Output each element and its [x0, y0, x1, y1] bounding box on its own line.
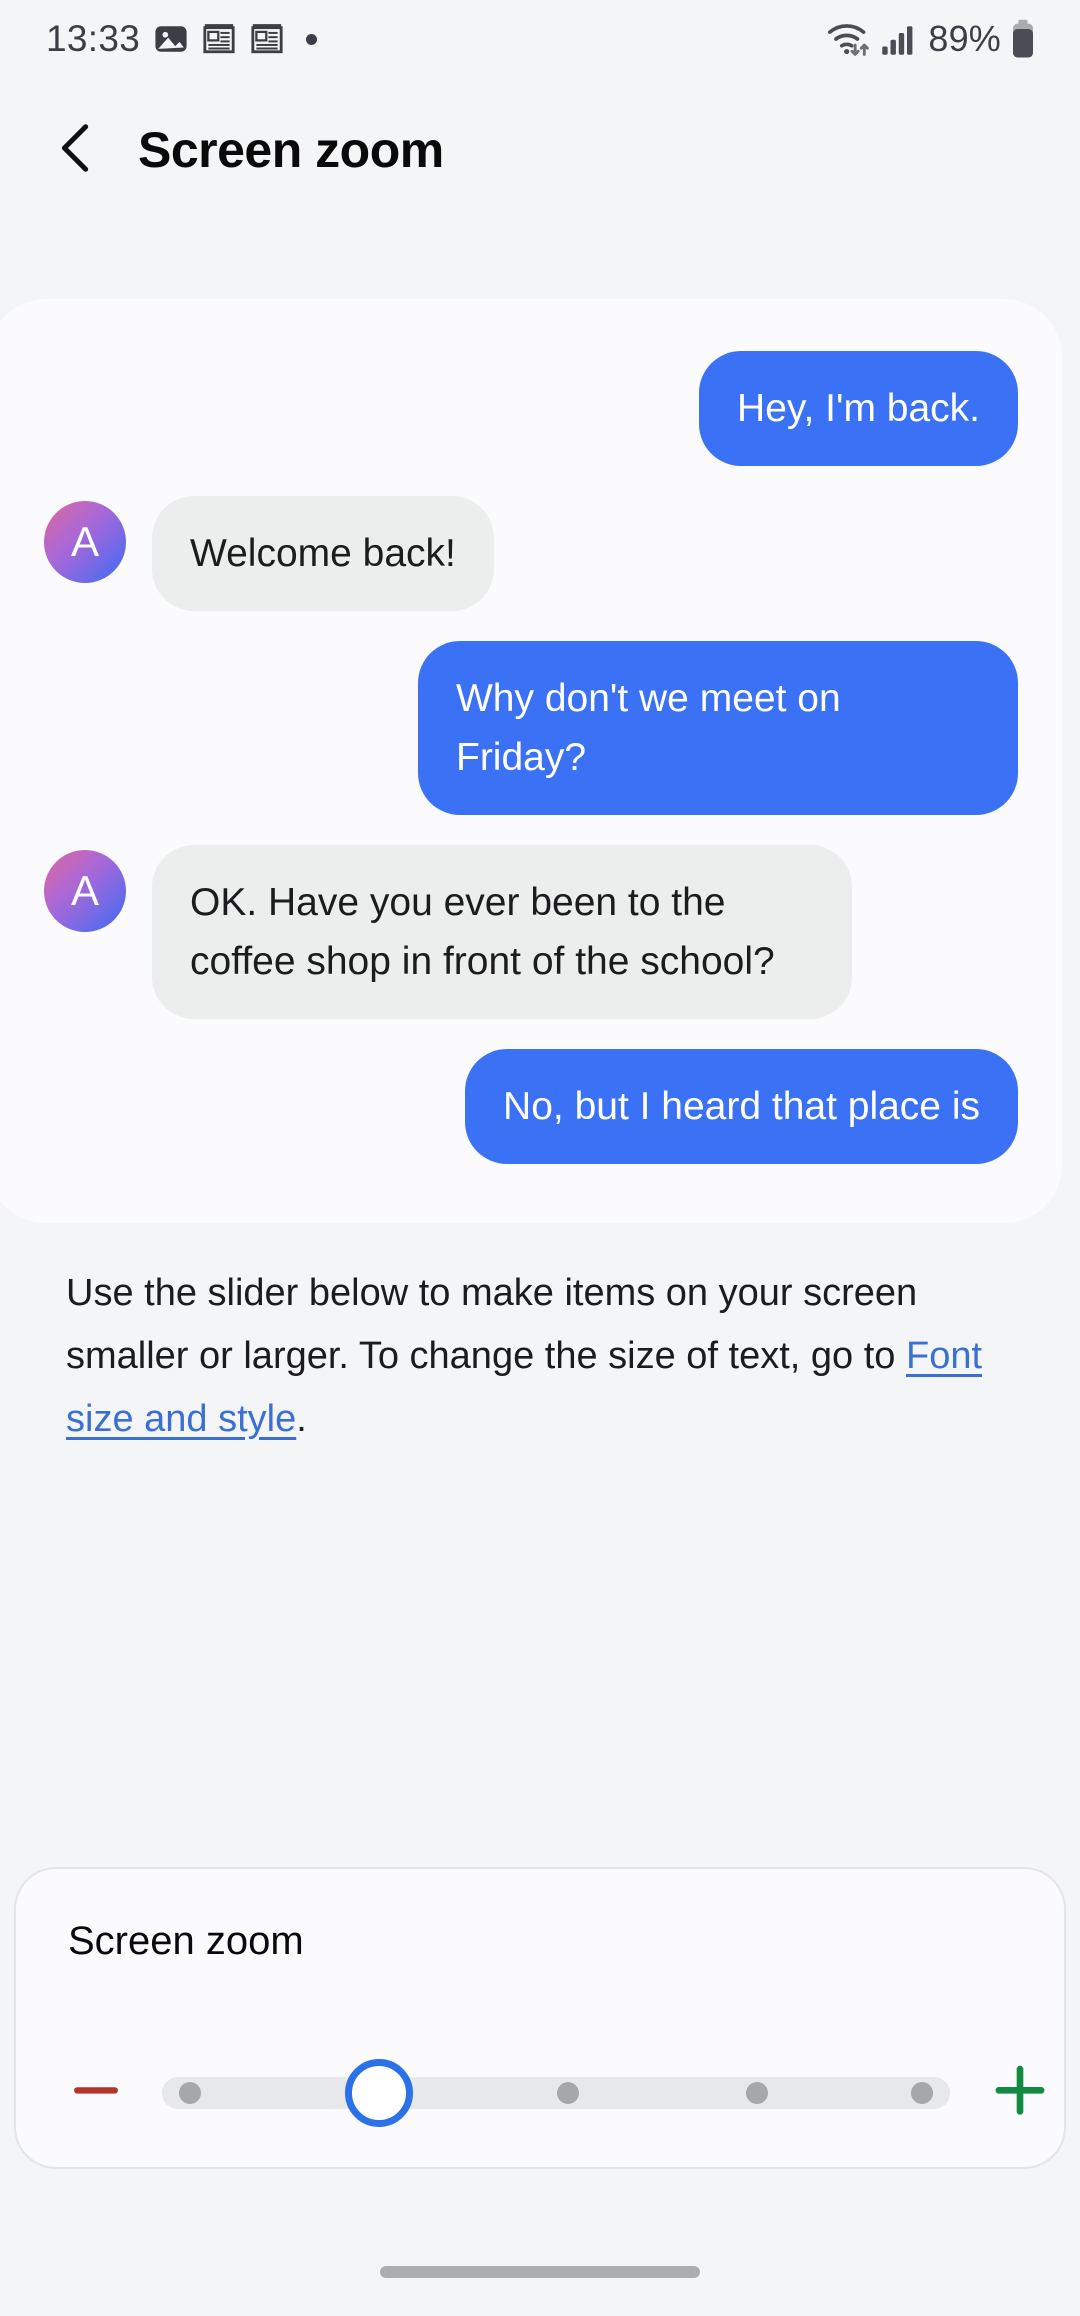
slider-thumb[interactable] — [344, 2059, 413, 2127]
chat-bubble-received: OK. Have you ever been to the coffee sho… — [152, 845, 852, 1019]
screen-zoom-slider-row — [16, 2037, 1068, 2147]
battery-icon — [1010, 19, 1036, 59]
slider-tick — [556, 2082, 579, 2104]
chat-bubble-sent: Why don't we meet on Friday? — [418, 641, 1018, 815]
decrease-zoom-button[interactable] — [48, 2044, 144, 2140]
chat-message-row: No, but I heard that place is — [44, 1049, 1018, 1164]
news-icon — [250, 22, 284, 56]
description-text: Use the slider below to make items on yo… — [66, 1262, 1018, 1451]
plus-icon — [990, 2060, 1050, 2125]
chat-bubble-sent: Hey, I'm back. — [699, 351, 1018, 466]
status-bar-clock: 13:33 — [46, 18, 141, 59]
avatar: A — [44, 850, 126, 932]
avatar: A — [44, 501, 126, 583]
page-title: Screen zoom — [138, 122, 444, 178]
status-bar: 13:33 89% — [0, 0, 1080, 78]
battery-percentage: 89% — [928, 18, 1001, 59]
slider-card-title: Screen zoom — [68, 1919, 304, 1963]
description-text-after: . — [296, 1398, 307, 1440]
screen-zoom-preview-card: Hey, I'm back. A Welcome back! Why don't… — [0, 299, 1062, 1223]
chat-message-row: A OK. Have you ever been to the coffee s… — [44, 845, 1018, 1019]
wifi-icon — [826, 19, 872, 59]
chevron-left-icon — [54, 121, 98, 180]
slider-tick — [911, 2082, 934, 2104]
slider-tick — [745, 2082, 768, 2104]
chat-message-row: A Welcome back! — [44, 496, 1018, 611]
chat-bubble-sent: No, but I heard that place is — [465, 1049, 1018, 1164]
chat-message-row: Hey, I'm back. — [44, 351, 1018, 466]
chat-message-row: Why don't we meet on Friday? — [44, 641, 1018, 815]
status-bar-left: 13:33 — [46, 18, 318, 60]
news-icon — [202, 22, 236, 56]
minus-icon — [68, 2062, 124, 2123]
dot-icon — [306, 33, 318, 45]
screen-zoom-slider[interactable] — [162, 2044, 950, 2140]
home-indicator[interactable] — [380, 2266, 700, 2278]
page-header: Screen zoom — [0, 95, 1080, 205]
description-text-before: Use the slider below to make items on yo… — [66, 1272, 918, 1377]
status-bar-right: 89% — [826, 18, 1036, 60]
back-button[interactable] — [44, 118, 108, 182]
signal-icon — [881, 21, 915, 57]
slider-tick — [178, 2082, 201, 2104]
chat-bubble-received: Welcome back! — [152, 496, 494, 611]
screen-zoom-slider-card: Screen zoom — [14, 1867, 1066, 2169]
chat-preview: Hey, I'm back. A Welcome back! Why don't… — [0, 299, 1062, 1194]
image-icon — [154, 22, 188, 56]
increase-zoom-button[interactable] — [972, 2044, 1068, 2140]
